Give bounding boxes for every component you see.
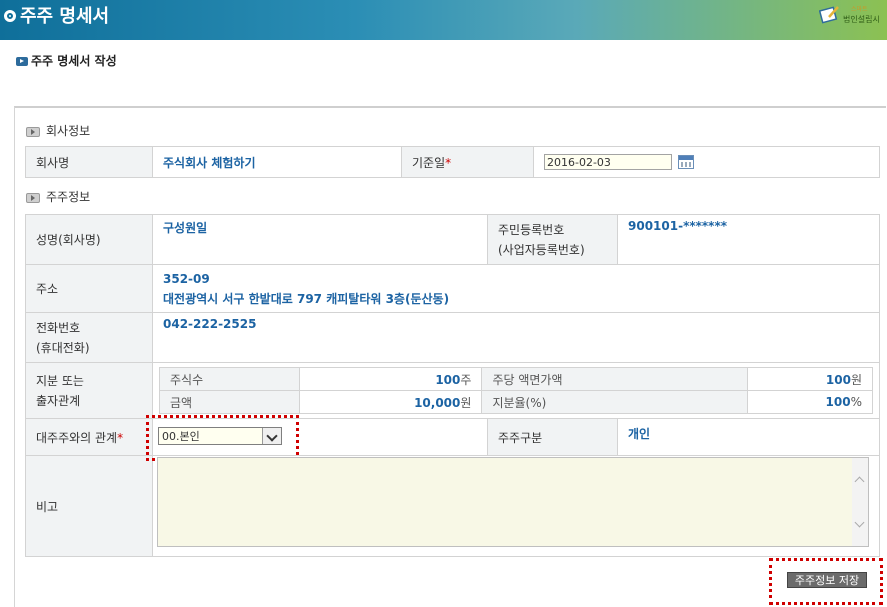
par-value-cell: 100원 — [746, 367, 874, 391]
page-header-title: 주주 명세서 — [20, 6, 110, 27]
shares-label: 주식수 — [158, 367, 301, 391]
arrow-bullet-icon — [16, 57, 28, 66]
circle-bullet-icon — [4, 10, 16, 22]
shareholder-type-value: 개인 — [617, 418, 880, 456]
equity-label-line1: 지분 또는 — [36, 373, 84, 388]
ratio-label: 지분율(%) — [481, 390, 748, 414]
company-name-label: 회사명 — [25, 146, 153, 178]
equity-label: 지분 또는출자관계 — [25, 362, 153, 419]
phone-value: 042-222-2525 — [152, 312, 880, 363]
scroll-up-icon[interactable] — [854, 476, 865, 487]
amount-label: 금액 — [158, 390, 301, 414]
phone-label-line2: (휴대전화) — [36, 340, 90, 355]
base-date-input[interactable]: 2016-02-03 — [544, 154, 672, 170]
amount-unit: 원 — [460, 395, 472, 410]
relation-label-text: 대주주와의 관계 — [36, 430, 118, 445]
equity-label-line2: 출자관계 — [36, 393, 81, 408]
address-street: 대전광역시 서구 한밭대로 797 캐피탈타워 3층(둔산동) — [163, 291, 450, 306]
phone-label-line1: 전화번호 — [36, 320, 81, 335]
logo-subtext: 스마트 — [851, 6, 868, 13]
calendar-icon[interactable] — [678, 155, 694, 169]
shares-value-cell: 100주 — [299, 367, 483, 391]
shares-value: 100 — [435, 372, 461, 387]
base-date-cell: 2016-02-03 — [533, 146, 880, 178]
company-info-table: 회사명 주식회사 체험하기 기준일* 2016-02-03 — [25, 146, 880, 178]
par-value: 100 — [825, 372, 851, 387]
note-scrollbar[interactable] — [852, 458, 868, 546]
ratio-unit: % — [850, 395, 862, 409]
equity-cell: 주식수 100주 주당 액면가액 100원 금액 10,000원 지분율(%) … — [152, 362, 880, 419]
address-value: 352-09 대전광역시 서구 한밭대로 797 캐피탈타워 3층(둔산동) — [152, 264, 880, 313]
amount-value: 10,000 — [414, 395, 461, 410]
base-date-label-text: 기준일 — [412, 155, 446, 170]
phone-label: 전화번호 (휴대전화) — [25, 312, 153, 363]
logo: 스마트 법인설립시 — [817, 2, 883, 32]
section-title-text: 주주 명세서 작성 — [31, 54, 117, 68]
shareholder-info-heading-text: 주주정보 — [46, 190, 91, 204]
shareholder-type-label: 주주구분 — [487, 418, 618, 456]
company-info-heading: 회사정보 — [26, 122, 90, 139]
relation-label: 대주주와의 관계* — [25, 418, 153, 456]
bullet-icon — [26, 126, 40, 137]
shareholder-name-value: 구성원일 — [152, 214, 488, 265]
id-number-label-line1: 주민등록번호 — [498, 222, 565, 237]
address-zip: 352-09 — [163, 271, 210, 286]
shareholder-info-heading: 주주정보 — [26, 188, 90, 205]
id-number-label: 주민등록번호 (사업자등록번호) — [487, 214, 618, 265]
par-value-label: 주당 액면가액 — [481, 367, 748, 391]
shares-unit: 주 — [460, 372, 472, 387]
amount-value-cell: 10,000원 — [299, 390, 483, 414]
id-number-value: 900101-******* — [617, 214, 880, 265]
id-number-label-line2: (사업자등록번호) — [498, 242, 585, 257]
title-bar: 주주 명세서 스마트 법인설립시 — [0, 0, 887, 40]
scroll-down-icon[interactable] — [854, 517, 865, 528]
base-date-label: 기준일* — [401, 146, 534, 178]
address-label: 주소 — [25, 264, 153, 313]
par-unit: 원 — [850, 372, 862, 387]
relation-highlight — [146, 415, 299, 461]
company-name-value: 주식회사 체험하기 — [152, 146, 402, 178]
ratio-value: 100 — [825, 395, 851, 409]
logo-text: 법인설립시 — [843, 15, 880, 24]
note-textarea[interactable] — [157, 457, 869, 547]
shareholder-name-label: 성명(회사명) — [25, 214, 153, 265]
equity-table: 주식수 100주 주당 액면가액 100원 금액 10,000원 지분율(%) … — [158, 367, 874, 414]
bullet-icon — [26, 192, 40, 203]
company-info-heading-text: 회사정보 — [46, 124, 91, 138]
note-label: 비고 — [25, 455, 153, 557]
ratio-value-cell: 100% — [746, 390, 874, 414]
section-title: 주주 명세서 작성 — [16, 52, 117, 69]
logo-mark-icon — [819, 6, 839, 24]
save-highlight — [769, 558, 883, 605]
